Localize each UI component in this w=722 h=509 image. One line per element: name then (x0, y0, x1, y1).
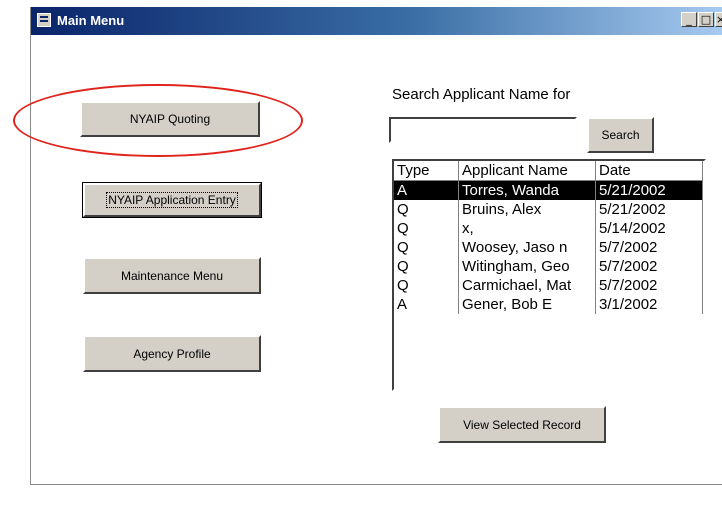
view-selected-record-button[interactable]: View Selected Record (438, 406, 606, 443)
results-header-row: Type Applicant Name Date (394, 161, 703, 181)
row-applicant-name: Witingham, Geo (458, 257, 596, 276)
applicant-results-list[interactable]: Type Applicant Name Date A Torres, Wanda… (392, 159, 706, 391)
table-row[interactable]: A Torres, Wanda 5/21/2002 (394, 180, 703, 200)
row-date: 5/21/2002 (595, 180, 703, 200)
window-title: Main Menu (57, 13, 125, 28)
row-type: Q (394, 238, 459, 257)
search-button[interactable]: Search (587, 117, 654, 153)
agency-profile-button[interactable]: Agency Profile (83, 335, 261, 372)
search-label: Search Applicant Name for (392, 86, 571, 103)
minimize-button[interactable]: _ (681, 12, 697, 27)
row-applicant-name: Carmichael, Mat (458, 276, 596, 295)
title-bar[interactable]: Main Menu _ □ × (31, 7, 722, 35)
row-applicant-name: Woosey, Jaso n (458, 238, 596, 257)
row-date: 5/21/2002 (595, 200, 703, 219)
row-applicant-name: Torres, Wanda (458, 180, 596, 200)
row-date: 5/7/2002 (595, 276, 703, 295)
nyaip-quoting-button[interactable]: NYAIP Quoting (80, 101, 260, 137)
column-header-type[interactable]: Type (394, 161, 459, 181)
row-applicant-name: x, (458, 219, 596, 238)
row-date: 5/14/2002 (595, 219, 703, 238)
maximize-button[interactable]: □ (698, 12, 714, 27)
row-date: 5/7/2002 (595, 257, 703, 276)
row-date: 5/7/2002 (595, 238, 703, 257)
table-row[interactable]: Q Witingham, Geo 5/7/2002 (394, 257, 703, 276)
applicant-search-input[interactable] (389, 117, 577, 143)
row-applicant-name: Gener, Bob E (458, 295, 596, 314)
row-type: A (394, 180, 459, 200)
row-type: Q (394, 257, 459, 276)
table-row[interactable]: Q x, 5/14/2002 (394, 219, 703, 238)
table-row[interactable]: Q Carmichael, Mat 5/7/2002 (394, 276, 703, 295)
maintenance-menu-button[interactable]: Maintenance Menu (83, 257, 261, 294)
column-header-date[interactable]: Date (595, 161, 703, 181)
row-type: Q (394, 200, 459, 219)
row-type: Q (394, 219, 459, 238)
table-row[interactable]: A Gener, Bob E 3/1/2002 (394, 295, 703, 314)
table-row[interactable]: Q Bruins, Alex 5/21/2002 (394, 200, 703, 219)
application-entry-label: NYAIP Application Entry (106, 192, 238, 208)
row-type: A (394, 295, 459, 314)
results-table: Type Applicant Name Date A Torres, Wanda… (394, 161, 703, 314)
row-type: Q (394, 276, 459, 295)
row-applicant-name: Bruins, Alex (458, 200, 596, 219)
nyaip-application-entry-button[interactable]: NYAIP Application Entry (82, 182, 262, 218)
form-icon (37, 13, 51, 27)
close-button[interactable]: × (715, 12, 722, 27)
column-header-applicant-name[interactable]: Applicant Name (458, 161, 596, 181)
row-date: 3/1/2002 (595, 295, 703, 314)
table-row[interactable]: Q Woosey, Jaso n 5/7/2002 (394, 238, 703, 257)
